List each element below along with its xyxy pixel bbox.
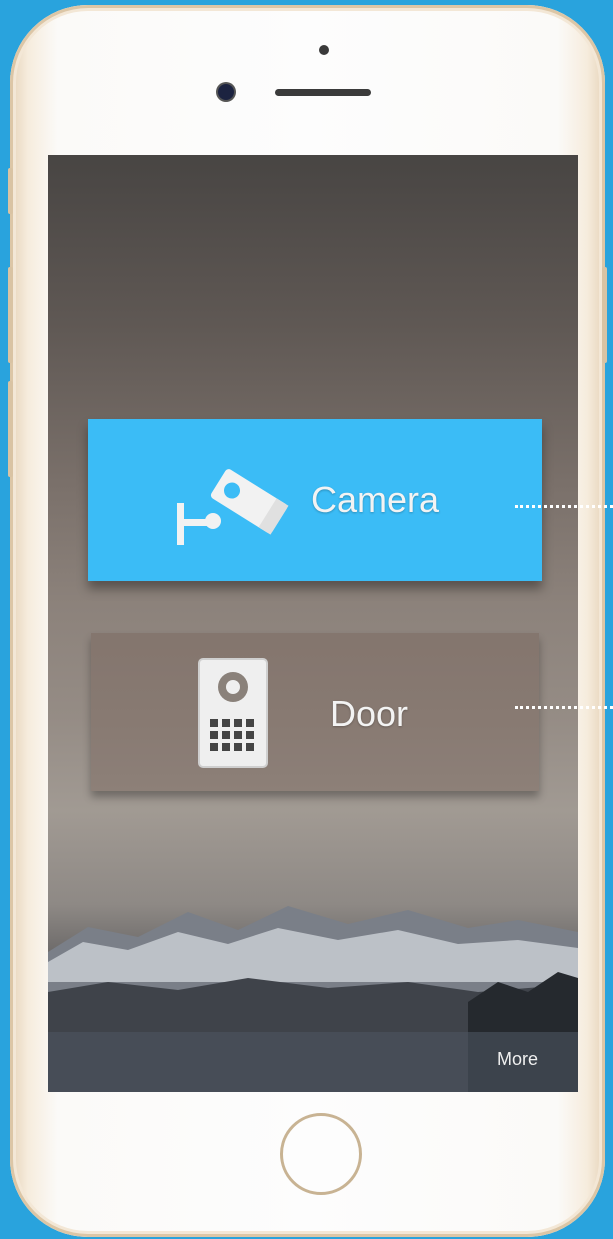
proximity-sensor [319,45,329,55]
camera-label: Camera [311,479,440,520]
security-camera-icon [173,457,293,554]
front-camera [218,84,234,100]
door-tile[interactable]: Door [91,633,539,791]
camera-tile[interactable]: Camera [88,419,542,581]
volume-down-button [8,381,13,477]
app-screen: Camera Door More [48,155,578,1092]
volume-up-button [8,267,13,363]
power-button [602,267,607,363]
door-label: Door [330,693,409,734]
mute-switch [8,168,13,214]
earpiece-speaker [275,89,371,96]
camera-callout-line [515,505,613,508]
door-callout-line [515,706,613,709]
door-intercom-icon [197,657,269,774]
home-button[interactable] [280,1113,362,1195]
more-link[interactable]: More [497,1049,538,1070]
